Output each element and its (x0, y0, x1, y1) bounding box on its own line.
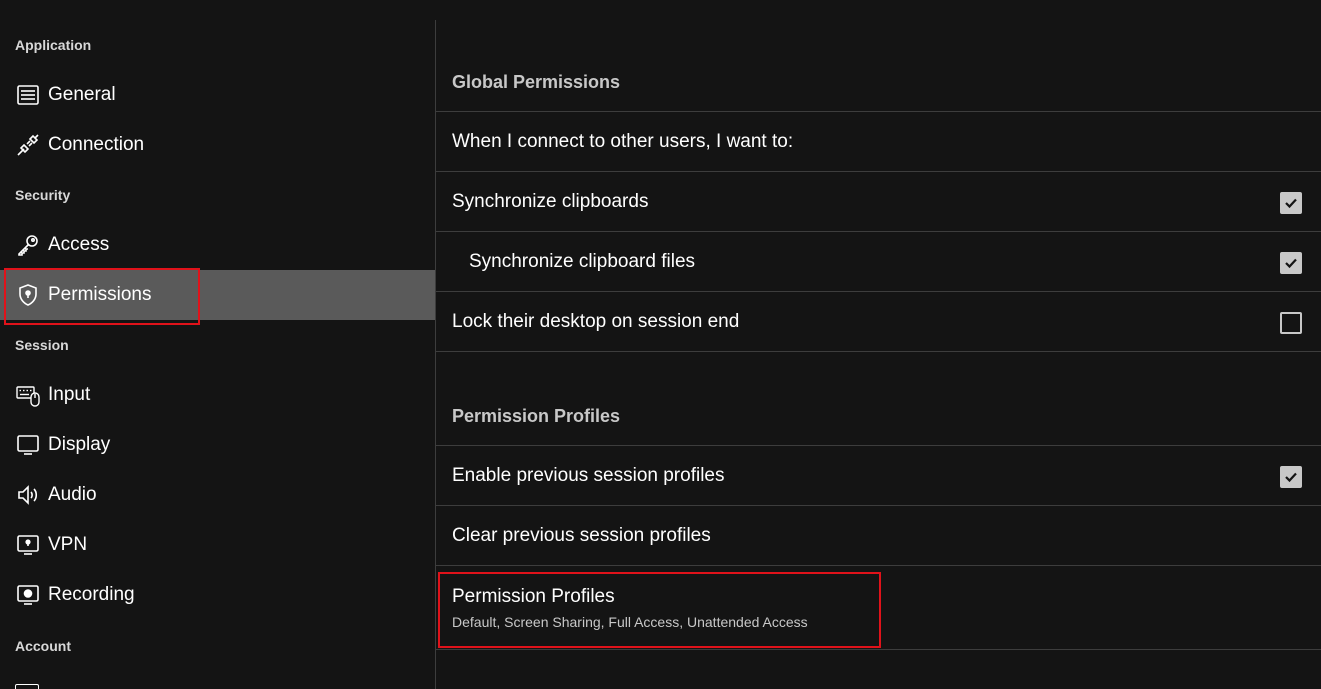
permission-profiles-row[interactable]: Permission Profiles Default, Screen Shar… (436, 565, 1321, 649)
check-icon (1285, 198, 1297, 208)
permission-profiles-summary: Default, Screen Sharing, Full Access, Un… (452, 613, 808, 630)
sync-clipboards-label: Synchronize clipboards (452, 190, 649, 212)
divider (436, 351, 1321, 352)
lock-desktop-checkbox[interactable] (1280, 311, 1302, 334)
section-account: Account (15, 638, 71, 654)
sidebar-item-vpn[interactable]: VPN (0, 520, 435, 570)
sidebar-item-display[interactable]: Display (0, 420, 435, 470)
divider (436, 649, 1321, 650)
sidebar-item-permissions[interactable]: Permissions (0, 270, 435, 320)
permission-profiles-label: Permission Profiles (452, 585, 615, 607)
lock-desktop-label: Lock their desktop on session end (452, 310, 740, 332)
main-content: Global Permissions When I connect to oth… (436, 0, 1321, 689)
sidebar-item-label: Connection (48, 134, 145, 155)
sync-clipboards-row[interactable]: Synchronize clipboards (436, 171, 1321, 231)
clear-previous-profiles-label: Clear previous session profiles (452, 524, 711, 546)
sidebar-item-label: Audio (48, 484, 97, 505)
sidebar-item-label: General (48, 84, 116, 105)
sidebar-item-label: VPN (48, 534, 88, 555)
sidebar-item-label: Input (48, 384, 91, 405)
sidebar-item-audio[interactable]: Audio (0, 470, 435, 520)
general-icon (15, 82, 41, 108)
sidebar-item-label: Display (48, 434, 111, 455)
enable-previous-profiles-label: Enable previous session profiles (452, 464, 725, 486)
plug-icon (15, 132, 41, 158)
enable-previous-profiles-row[interactable]: Enable previous session profiles (436, 445, 1321, 505)
shield-icon (15, 282, 41, 308)
global-permissions-header: Global Permissions (452, 72, 621, 92)
sidebar-item-label: Recording (48, 584, 135, 605)
account-item-icon (15, 684, 39, 689)
lock-desktop-row[interactable]: Lock their desktop on session end (436, 291, 1321, 351)
sync-clipboard-files-checkbox[interactable] (1280, 251, 1302, 274)
sidebar: Application General Connection Security … (0, 0, 435, 689)
key-icon (15, 232, 41, 258)
sync-clipboard-files-label: Synchronize clipboard files (469, 250, 696, 272)
sidebar-item-connection[interactable]: Connection (0, 120, 435, 170)
clear-previous-profiles-row[interactable]: Clear previous session profiles (436, 505, 1321, 565)
section-application: Application (15, 37, 92, 53)
speaker-icon (15, 482, 41, 508)
monitor-icon (15, 432, 41, 458)
intro-row: When I connect to other users, I want to… (436, 111, 1321, 171)
check-icon (1285, 472, 1297, 482)
sidebar-item-label: Permissions (48, 284, 152, 305)
section-security: Security (15, 187, 71, 203)
permission-profiles-header: Permission Profiles (452, 406, 621, 426)
check-icon (1285, 258, 1297, 268)
settings-window: Application General Connection Security … (0, 0, 1321, 689)
vpn-icon (15, 532, 41, 558)
sidebar-item-access[interactable]: Access (0, 220, 435, 270)
sidebar-item-general[interactable]: General (0, 70, 435, 120)
enable-previous-profiles-checkbox[interactable] (1280, 465, 1302, 488)
recording-icon (15, 582, 41, 608)
sync-clipboards-checkbox[interactable] (1280, 191, 1302, 214)
sidebar-item-recording[interactable]: Recording (0, 570, 435, 620)
sync-clipboard-files-row[interactable]: Synchronize clipboard files (436, 231, 1321, 291)
keyboard-mouse-icon (15, 382, 41, 408)
intro-text: When I connect to other users, I want to… (452, 130, 794, 152)
sidebar-item-label: Access (48, 234, 110, 255)
section-session: Session (15, 337, 69, 353)
sidebar-item-input[interactable]: Input (0, 370, 435, 420)
